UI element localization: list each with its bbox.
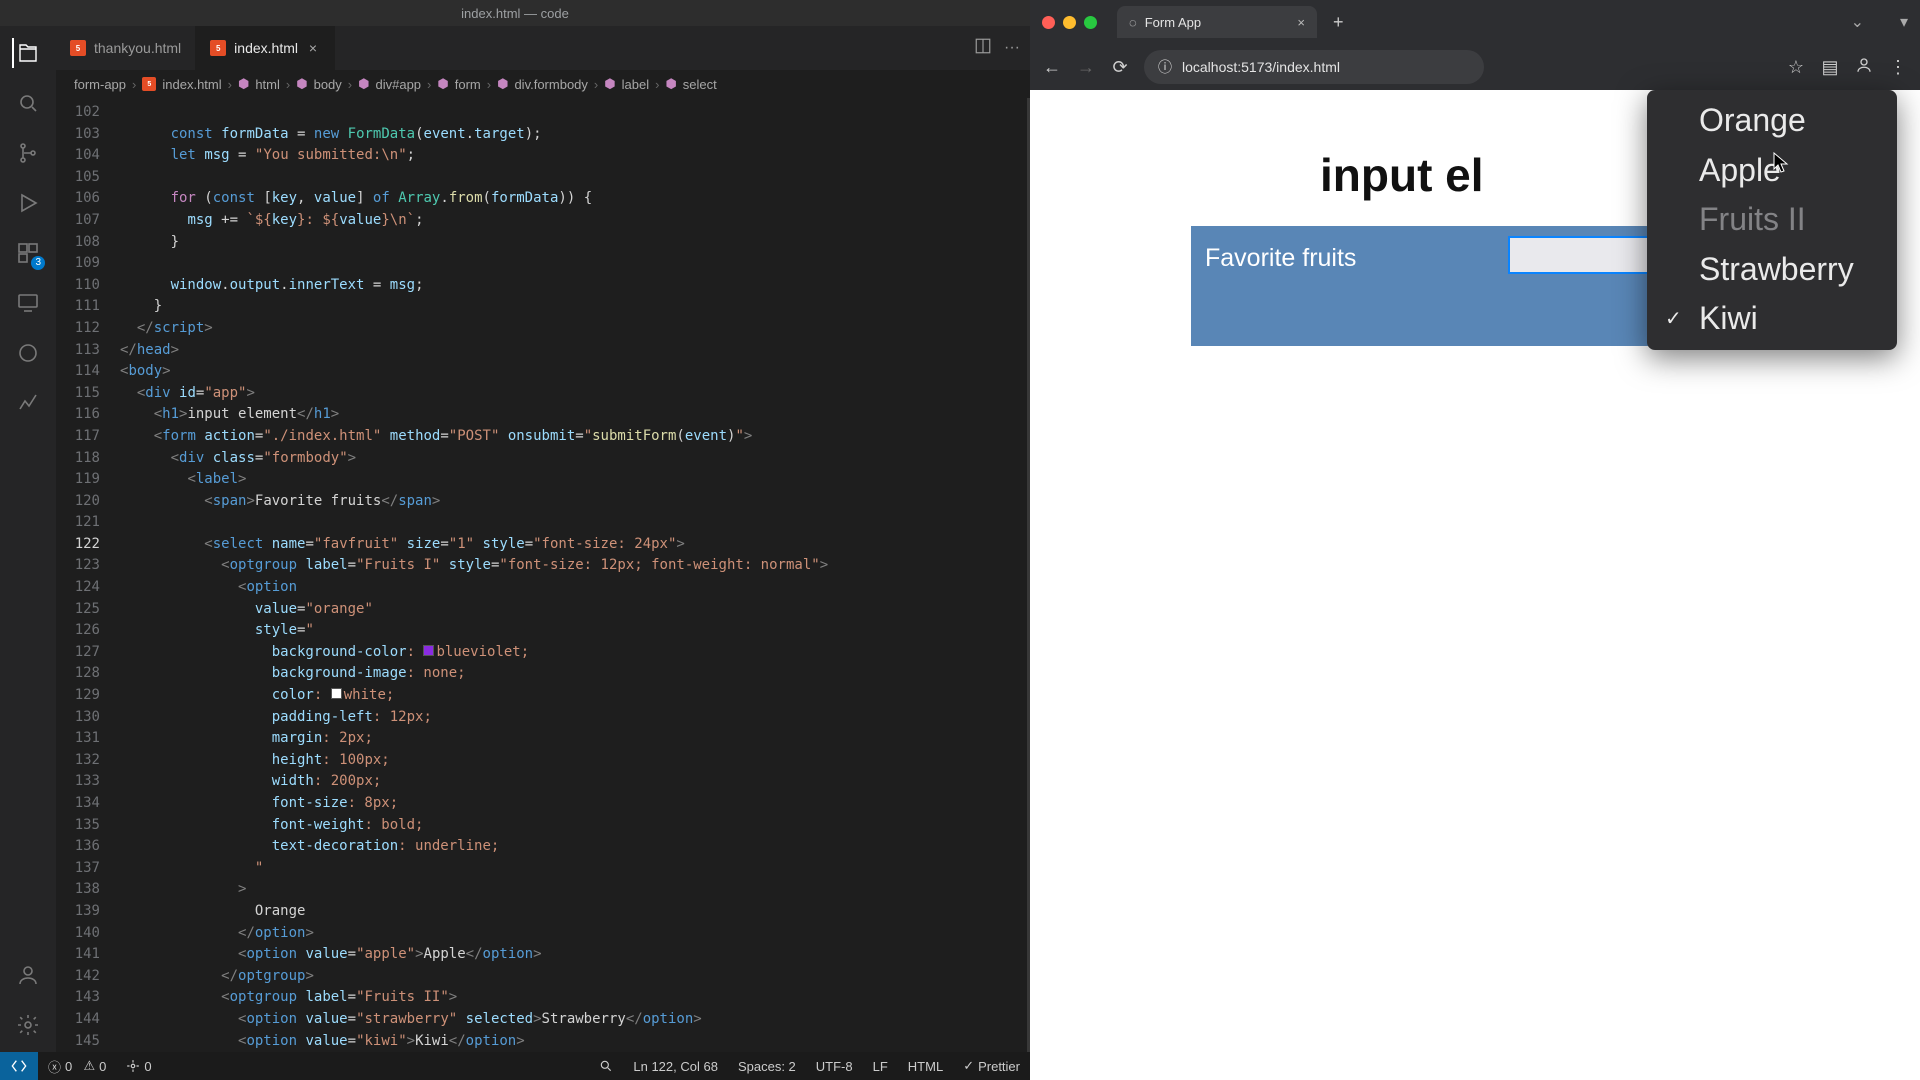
language[interactable]: HTML <box>898 1059 953 1074</box>
close-icon[interactable]: × <box>306 41 320 55</box>
option-label: Kiwi <box>1699 300 1758 336</box>
crumb: html <box>255 77 280 92</box>
close-window-button[interactable] <box>1042 16 1055 29</box>
split-editor-icon[interactable] <box>974 37 992 60</box>
source-control-icon[interactable] <box>13 138 43 168</box>
option-strawberry[interactable]: Strawberry <box>1647 245 1897 295</box>
activity-bar: 3 <box>0 26 56 1052</box>
breadcrumb[interactable]: form-app› 5index.html› ⬢html› ⬢body› ⬢di… <box>56 70 1030 98</box>
ports[interactable]: 0 <box>116 1059 161 1074</box>
indent[interactable]: Spaces: 2 <box>728 1059 806 1074</box>
tab-label: index.html <box>234 40 298 56</box>
extensions-icon[interactable]: 3 <box>13 238 43 268</box>
tag-icon: ⬢ <box>238 76 249 92</box>
tab-title: Form App <box>1145 15 1201 30</box>
crumb: form <box>455 77 481 92</box>
close-icon[interactable]: × <box>1297 15 1305 30</box>
dropdown-icon[interactable]: ▾ <box>1892 12 1908 32</box>
settings-icon[interactable] <box>13 1010 43 1040</box>
page-title: input el <box>1320 148 1484 202</box>
url-text: localhost:5173/index.html <box>1182 59 1340 75</box>
search-icon[interactable] <box>13 88 43 118</box>
forward-button[interactable]: → <box>1076 57 1096 78</box>
status-bar: ⓧ 0 ⚠ 0 0 Ln 122, Col 68 Spaces: 2 UTF-8… <box>0 1052 1030 1080</box>
menu-icon[interactable]: ⋮ <box>1888 57 1908 78</box>
crumb: div#app <box>376 77 422 92</box>
account-icon[interactable] <box>13 960 43 990</box>
tab-thankyou[interactable]: 5 thankyou.html <box>56 26 196 70</box>
address-bar[interactable]: ⓘ localhost:5173/index.html <box>1144 50 1484 84</box>
back-button[interactable]: ← <box>1042 57 1062 78</box>
formatter[interactable]: ✓ Prettier <box>953 1058 1030 1074</box>
find-icon[interactable] <box>589 1059 623 1073</box>
form-container: Favorite fruits Submit Orange Apple Frui… <box>1191 226 1764 346</box>
optgroup-fruits-ii: Fruits II <box>1647 195 1897 245</box>
tag-icon: ⬢ <box>296 76 307 92</box>
line-numbers: 1021031041051061071081091101111121131141… <box>56 98 120 1052</box>
run-debug-icon[interactable] <box>13 188 43 218</box>
maximize-window-button[interactable] <box>1084 16 1097 29</box>
badge: 3 <box>31 256 45 270</box>
tab-bar: ◌ Form App × + ⌄ ▾ <box>1030 0 1920 44</box>
crumb: label <box>622 77 649 92</box>
page-content: input el Favorite fruits Submit Orange A… <box>1030 90 1920 1080</box>
browser-toolbar: ← → ⟳ ⓘ localhost:5173/index.html ☆ ▤ ⋮ <box>1030 44 1920 90</box>
browser-tab[interactable]: ◌ Form App × <box>1117 6 1317 38</box>
crumb: select <box>683 77 717 92</box>
reload-button[interactable]: ⟳ <box>1110 57 1130 78</box>
encoding[interactable]: UTF-8 <box>806 1059 863 1074</box>
tool-icon[interactable] <box>13 338 43 368</box>
tag-icon: ⬢ <box>665 76 676 92</box>
html-file-icon: 5 <box>210 40 226 56</box>
crumb: div.formbody <box>514 77 587 92</box>
check-icon: ✓ <box>1665 306 1682 332</box>
tag-icon: ⬢ <box>358 76 369 92</box>
site-info-icon[interactable]: ⓘ <box>1158 57 1172 77</box>
crumb: form-app <box>74 77 126 92</box>
tag-icon: ⬢ <box>604 76 615 92</box>
tab-index[interactable]: 5 index.html × <box>196 26 335 70</box>
tab-label: thankyou.html <box>94 40 181 56</box>
bookmark-icon[interactable]: ☆ <box>1786 57 1806 78</box>
globe-icon: ◌ <box>1129 15 1137 30</box>
profile-icon[interactable] <box>1854 56 1874 79</box>
remote-explorer-icon[interactable] <box>13 288 43 318</box>
eol[interactable]: LF <box>863 1059 898 1074</box>
vscode-window: index.html — code 3 5 thankyou.html 5 inde… <box>0 0 1030 1080</box>
code-content[interactable]: const formData = new FormData(event.targ… <box>120 98 1030 1052</box>
html-file-icon: 5 <box>70 40 86 56</box>
option-orange[interactable]: Orange <box>1647 96 1897 146</box>
html-file-icon: 5 <box>142 77 156 91</box>
option-apple[interactable]: Apple <box>1647 146 1897 196</box>
editor-tabs: 5 thankyou.html 5 index.html × ··· <box>56 26 1030 70</box>
problems[interactable]: ⓧ 0 ⚠ 0 <box>38 1057 116 1076</box>
tag-icon: ⬢ <box>497 76 508 92</box>
tab-list-button[interactable]: ⌄ <box>1851 12 1882 32</box>
tag-icon: ⬢ <box>437 76 448 92</box>
browser-window: ◌ Form App × + ⌄ ▾ ← → ⟳ ⓘ localhost:517… <box>1030 0 1920 1080</box>
new-tab-button[interactable]: + <box>1327 12 1350 33</box>
mouse-cursor <box>1773 152 1789 174</box>
cursor-pos[interactable]: Ln 122, Col 68 <box>623 1059 728 1074</box>
window-controls <box>1042 16 1097 29</box>
remote-icon[interactable] <box>0 1052 38 1080</box>
minimize-window-button[interactable] <box>1063 16 1076 29</box>
code-editor[interactable]: 1021031041051061071081091101111121131141… <box>56 98 1030 1052</box>
option-kiwi[interactable]: ✓ Kiwi <box>1647 294 1897 344</box>
crumb: index.html <box>162 77 221 92</box>
graph-icon[interactable] <box>13 388 43 418</box>
form-label: Favorite fruits <box>1205 244 1356 272</box>
explorer-icon[interactable] <box>12 38 42 68</box>
more-icon[interactable]: ··· <box>1004 39 1020 57</box>
crumb: body <box>314 77 342 92</box>
window-title: index.html — code <box>0 0 1030 26</box>
select-dropdown: Orange Apple Fruits II Strawberry ✓ Kiwi <box>1647 90 1897 350</box>
extensions-icon[interactable]: ▤ <box>1820 57 1840 78</box>
